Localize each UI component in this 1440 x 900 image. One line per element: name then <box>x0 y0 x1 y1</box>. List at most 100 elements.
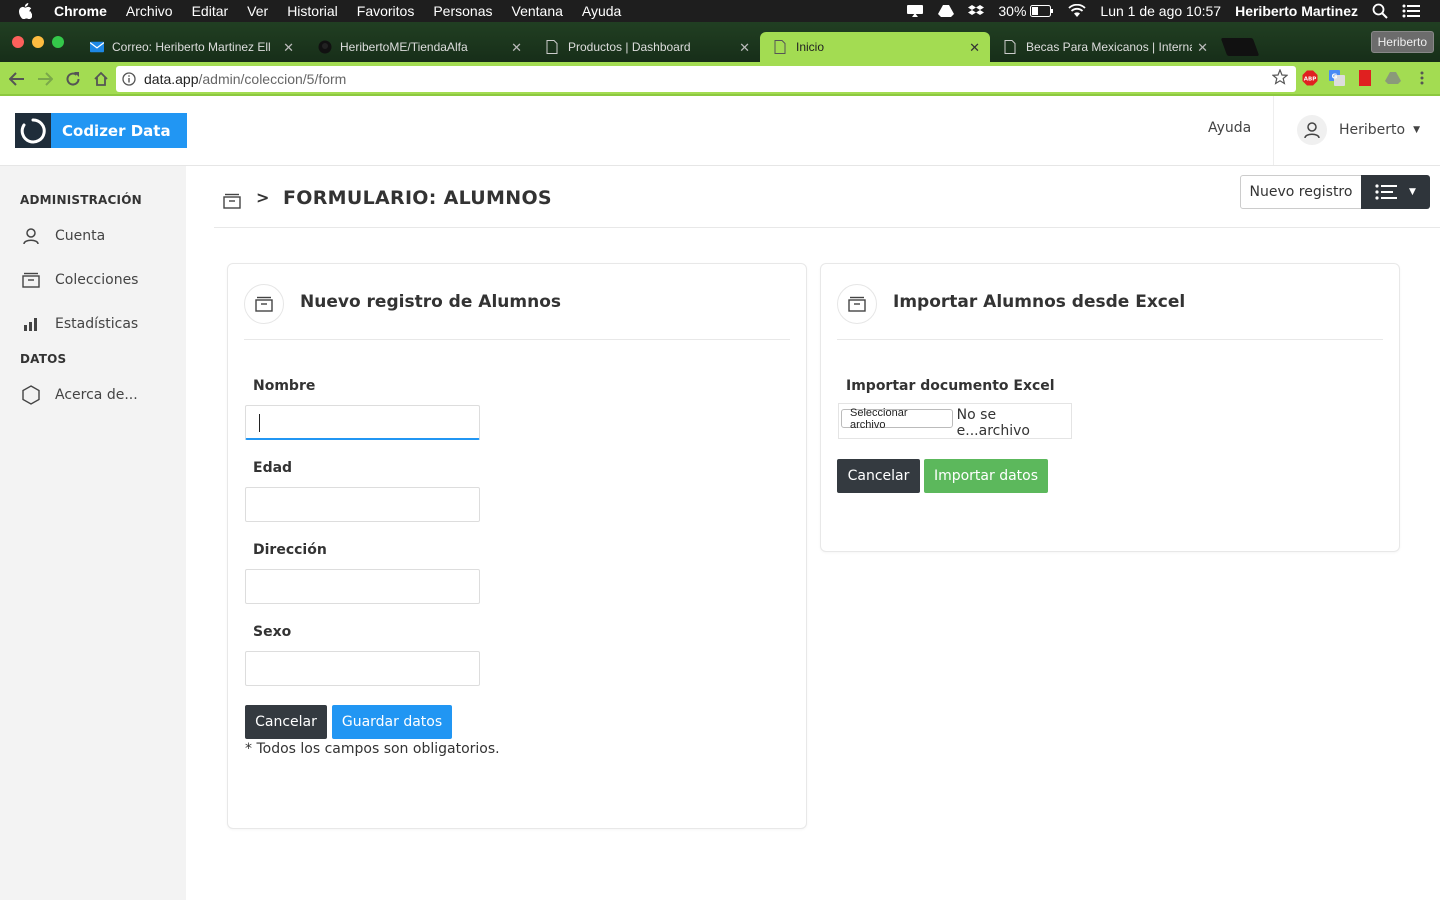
nombre-field[interactable] <box>245 405 480 440</box>
page-icon <box>1004 40 1018 54</box>
display-icon[interactable] <box>906 4 924 18</box>
os-menu-bar: Chrome Archivo Editar Ver Historial Favo… <box>0 0 1440 22</box>
tab-becas[interactable]: Becas Para Mexicanos | Interna ✕ <box>990 32 1218 62</box>
tab-title: HeribertoME/TiendaAlfa <box>340 40 468 54</box>
archive-icon[interactable] <box>222 191 242 211</box>
sidebar-heading-datos: DATOS <box>20 352 67 366</box>
choose-file-button[interactable]: Seleccionar archivo <box>841 407 953 431</box>
menu-app-chrome[interactable]: Chrome <box>54 3 107 19</box>
sidebar-item-label: Acerca de... <box>55 387 138 403</box>
sidebar-item-colecciones[interactable]: Colecciones <box>20 268 138 292</box>
field-label-sexo: Sexo <box>253 624 292 640</box>
sidebar-item-acerca[interactable]: Acerca de... <box>20 383 138 407</box>
required-note: * Todos los campos son obligatorios. <box>245 741 500 757</box>
forward-arrow-icon[interactable] <box>36 70 54 88</box>
page-title-row: > FORMULARIO: ALUMNOS Nuevo registro ▼ <box>214 166 1440 228</box>
drive-icon[interactable] <box>938 4 955 18</box>
window-minimize-button[interactable] <box>32 36 44 48</box>
site-info-icon[interactable] <box>122 72 136 86</box>
bookmark-star-icon[interactable] <box>1271 68 1289 88</box>
tab-close-icon[interactable]: ✕ <box>1197 40 1208 56</box>
tab-close-icon[interactable]: ✕ <box>739 40 750 56</box>
edad-field[interactable] <box>245 487 480 522</box>
page-icon <box>546 40 560 54</box>
translate-icon[interactable]: G <box>1329 70 1345 86</box>
page-title: FORMULARIO: ALUMNOS <box>283 187 552 209</box>
browser-tab-strip: Correo: Heriberto Martinez Ell ✕ Heriber… <box>0 22 1440 62</box>
menu-editar[interactable]: Editar <box>192 3 229 19</box>
import-button[interactable]: Importar datos <box>924 459 1048 493</box>
address-bar[interactable]: data.app/admin/coleccion/5/form <box>116 66 1296 92</box>
sexo-field[interactable] <box>245 651 480 686</box>
cancel-import-button[interactable]: Cancelar <box>837 459 920 493</box>
save-button[interactable]: Guardar datos <box>332 705 452 739</box>
tab-correo[interactable]: Correo: Heriberto Martinez Ell ✕ <box>76 32 304 62</box>
github-icon <box>318 40 332 54</box>
battery-status[interactable]: 30% <box>998 3 1054 19</box>
bar-chart-icon <box>20 313 42 335</box>
sidebar-item-estadisticas[interactable]: Estadísticas <box>20 312 138 336</box>
os-user-name[interactable]: Heriberto Martinez <box>1235 3 1358 19</box>
tab-productos[interactable]: Productos | Dashboard ✕ <box>532 32 760 62</box>
user-avatar-icon <box>1297 115 1327 145</box>
menu-historial[interactable]: Historial <box>287 3 338 19</box>
menu-ayuda[interactable]: Ayuda <box>582 3 621 19</box>
app-header: Codizer Data Ayuda Heriberto ▼ <box>0 96 1440 166</box>
tab-close-icon[interactable]: ✕ <box>283 40 294 56</box>
notification-center-icon[interactable] <box>1402 4 1420 18</box>
chevron-down-icon: ▼ <box>1409 187 1416 197</box>
browser-profile-button[interactable]: Heriberto <box>1370 31 1434 53</box>
card-header: Nuevo registro de Alumnos <box>244 284 790 340</box>
import-card: Importar Alumnos desde Excel Importar do… <box>820 263 1400 552</box>
direccion-field[interactable] <box>245 569 480 604</box>
tab-close-icon[interactable]: ✕ <box>969 40 980 56</box>
home-icon[interactable] <box>92 70 110 88</box>
menu-personas[interactable]: Personas <box>433 3 492 19</box>
spinner-logo-icon <box>15 113 51 148</box>
tab-title: Correo: Heriberto Martinez Ell <box>112 40 271 54</box>
card-title: Importar Alumnos desde Excel <box>893 292 1186 312</box>
list-menu-button[interactable]: ▼ <box>1361 175 1430 209</box>
archive-icon <box>837 284 877 324</box>
menu-ventana[interactable]: Ventana <box>512 3 563 19</box>
file-status: No se e...archivo <box>956 407 1030 439</box>
tab-inicio[interactable]: Inicio ✕ <box>760 32 990 62</box>
sidebar-item-label: Colecciones <box>55 272 139 288</box>
browser-toolbar: data.app/admin/coleccion/5/form ABP G <box>0 62 1440 96</box>
back-arrow-icon[interactable] <box>8 70 26 88</box>
svg-text:G: G <box>1332 73 1338 81</box>
reload-icon[interactable] <box>64 70 82 88</box>
menu-favoritos[interactable]: Favoritos <box>357 3 415 19</box>
adblock-icon[interactable]: ABP <box>1302 70 1318 86</box>
sidebar-item-label: Estadísticas <box>55 316 139 332</box>
spotlight-icon[interactable] <box>1372 3 1388 19</box>
brand-logo[interactable]: Codizer Data <box>15 113 187 148</box>
cancel-button[interactable]: Cancelar <box>245 705 327 739</box>
import-label: Importar documento Excel <box>846 378 1055 394</box>
dropbox-icon[interactable] <box>968 4 985 18</box>
list-icon <box>1375 184 1398 200</box>
field-label-nombre: Nombre <box>253 378 316 394</box>
tab-github[interactable]: HeribertoME/TiendaAlfa ✕ <box>304 32 532 62</box>
sidebar-item-cuenta[interactable]: Cuenta <box>20 224 105 248</box>
chevron-down-icon: ▼ <box>1413 125 1421 135</box>
chrome-menu-icon[interactable] <box>1414 70 1430 86</box>
user-menu[interactable]: Heriberto ▼ <box>1297 114 1420 146</box>
hexagon-icon <box>20 384 42 406</box>
wifi-icon[interactable] <box>1068 4 1087 18</box>
drive-ext-icon[interactable] <box>1385 70 1401 86</box>
apple-icon[interactable] <box>18 3 40 19</box>
help-link[interactable]: Ayuda <box>1208 120 1251 136</box>
card-title: Nuevo registro de Alumnos <box>300 292 561 312</box>
window-zoom-button[interactable] <box>52 36 64 48</box>
window-close-button[interactable] <box>12 36 24 48</box>
menu-ver[interactable]: Ver <box>247 3 268 19</box>
file-input[interactable]: Seleccionar archivo No se e...archivo <box>838 403 1072 439</box>
field-label-direccion: Dirección <box>253 542 327 558</box>
clock[interactable]: Lun 1 de ago 10:57 <box>1100 3 1221 19</box>
menu-archivo[interactable]: Archivo <box>126 3 173 19</box>
tab-close-icon[interactable]: ✕ <box>511 40 522 56</box>
bookmark-ext-icon[interactable] <box>1357 70 1373 86</box>
new-record-button[interactable]: Nuevo registro <box>1240 175 1362 209</box>
new-tab-button[interactable] <box>1220 38 1260 56</box>
